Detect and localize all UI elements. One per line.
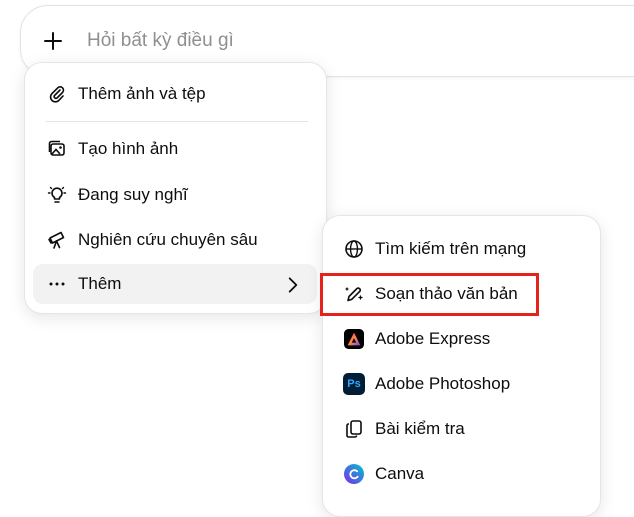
quiz-cards-icon: [343, 418, 365, 440]
submenu-item-label: Canva: [375, 464, 425, 483]
menu-item-label: Đang suy nghĩ: [78, 185, 188, 204]
adobe-photoshop-icon: Ps: [343, 373, 365, 395]
canva-icon: [343, 463, 365, 485]
plus-icon: [44, 32, 62, 50]
menu-item-thinking[interactable]: Đang suy nghĩ: [46, 175, 316, 215]
submenu-item-label: Tìm kiếm trên mạng: [375, 239, 527, 258]
menu-item-more[interactable]: Thêm: [33, 264, 317, 304]
paperclip-icon: [46, 83, 68, 105]
submenu-item-label: Bài kiểm tra: [375, 419, 465, 438]
chevron-right-icon: [283, 275, 303, 300]
menu-item-add-files[interactable]: Thêm ảnh và tệp: [46, 74, 316, 114]
highlight-box: [320, 273, 539, 316]
menu-item-deep-research[interactable]: Nghiên cứu chuyên sâu: [46, 220, 316, 260]
submenu-item-canva[interactable]: Canva: [343, 454, 588, 494]
adobe-express-icon: [343, 328, 365, 350]
photoshop-badge: Ps: [343, 373, 365, 395]
submenu-item-label: Adobe Photoshop: [375, 374, 511, 393]
telescope-icon: [46, 229, 68, 251]
menu-divider: [46, 121, 308, 122]
add-button[interactable]: [33, 21, 73, 61]
submenu-item-quiz[interactable]: Bài kiểm tra: [343, 409, 588, 449]
globe-icon: [343, 238, 365, 260]
submenu-item-adobe-photoshop[interactable]: Ps Adobe Photoshop: [343, 364, 588, 404]
menu-item-label: Thêm ảnh và tệp: [78, 84, 206, 103]
image-icon: [46, 138, 68, 160]
menu-item-label: Nghiên cứu chuyên sâu: [78, 230, 258, 249]
menu-item-label: Thêm: [78, 274, 122, 293]
submenu-item-label: Adobe Express: [375, 329, 491, 348]
menu-item-create-image[interactable]: Tạo hình ảnh: [46, 129, 316, 169]
lightbulb-icon: [46, 184, 68, 206]
prompt-placeholder: Hỏi bất kỳ điều gì: [87, 30, 234, 51]
menu-item-label: Tạo hình ảnh: [78, 139, 179, 158]
submenu-item-adobe-express[interactable]: Adobe Express: [343, 319, 588, 359]
submenu-item-web-search[interactable]: Tìm kiếm trên mạng: [343, 229, 588, 269]
more-dots-icon: [46, 273, 68, 295]
